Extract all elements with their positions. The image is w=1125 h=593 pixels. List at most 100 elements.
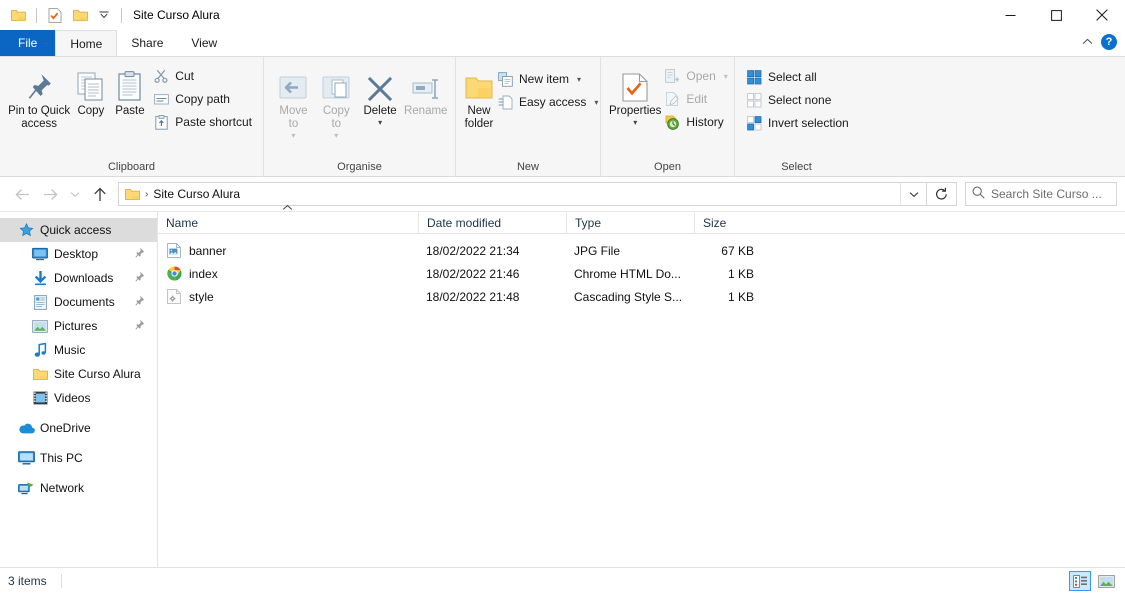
file-name-cell[interactable]: banner bbox=[158, 239, 418, 262]
properties-icon[interactable] bbox=[45, 5, 65, 25]
file-name-label: style bbox=[189, 289, 214, 304]
address-bar[interactable]: › Site Curso Alura bbox=[118, 182, 927, 206]
this-pc-icon bbox=[16, 451, 36, 465]
minimize-button[interactable] bbox=[987, 0, 1033, 30]
up-button[interactable] bbox=[86, 181, 114, 207]
history-icon bbox=[664, 114, 680, 130]
select-all-button[interactable]: Select all bbox=[743, 66, 854, 88]
paste-icon bbox=[117, 66, 143, 102]
column-header-size[interactable]: Size bbox=[694, 211, 762, 234]
file-name-cell[interactable]: style bbox=[158, 285, 418, 308]
large-icons-view-button[interactable] bbox=[1095, 571, 1117, 591]
pin-icon[interactable] bbox=[134, 319, 145, 333]
column-header-date-modified[interactable]: Date modified bbox=[418, 211, 566, 234]
back-button[interactable] bbox=[8, 181, 36, 207]
paste-shortcut-button[interactable]: Paste shortcut bbox=[150, 111, 257, 133]
paste-button[interactable]: Paste bbox=[110, 62, 151, 118]
sidebar-item-site-curso-alura[interactable]: Site Curso Alura bbox=[0, 362, 157, 386]
new-folder-icon[interactable] bbox=[70, 5, 90, 25]
select-none-button[interactable]: Select none bbox=[743, 89, 854, 111]
select-none-label: Select none bbox=[768, 93, 832, 107]
column-header-row: Name Date modified Type Size bbox=[158, 204, 1125, 234]
edit-button[interactable]: Edit bbox=[661, 88, 732, 110]
sidebar-item-this-pc[interactable]: This PC bbox=[0, 446, 157, 470]
status-bar: 3 items bbox=[0, 567, 1125, 593]
invert-selection-button[interactable]: Invert selection bbox=[743, 112, 854, 134]
onedrive-icon bbox=[16, 423, 36, 434]
chevron-down-icon[interactable]: ▾ bbox=[291, 132, 295, 140]
chevron-down-icon[interactable]: ▾ bbox=[577, 75, 581, 84]
network-icon bbox=[16, 481, 36, 496]
delete-icon bbox=[367, 66, 393, 102]
pin-to-quick-access-label: Pin to Quick access bbox=[8, 105, 71, 130]
css-file-icon bbox=[166, 289, 182, 305]
sidebar-item-music[interactable]: Music bbox=[0, 338, 157, 362]
easy-access-button[interactable]: Easy access ▾ bbox=[494, 91, 603, 113]
folder-icon[interactable] bbox=[8, 5, 28, 25]
table-row[interactable]: banner 18/02/2022 21:34 JPG File 67 KB bbox=[158, 239, 1125, 262]
copy-to-icon bbox=[321, 66, 351, 102]
copy-to-button[interactable]: Copy to ▾ bbox=[315, 62, 358, 140]
copy-path-button[interactable]: Copy path bbox=[150, 88, 257, 110]
file-size-cell: 1 KB bbox=[727, 289, 754, 304]
sidebar-item-pictures[interactable]: Pictures bbox=[0, 314, 157, 338]
chevron-down-icon[interactable]: ▾ bbox=[633, 119, 637, 127]
chevron-down-icon[interactable]: ▾ bbox=[594, 98, 598, 107]
move-to-button[interactable]: Move to ▾ bbox=[272, 62, 315, 140]
new-item-button[interactable]: New item ▾ bbox=[494, 68, 603, 90]
pin-icon[interactable] bbox=[134, 271, 145, 285]
maximize-button[interactable] bbox=[1033, 0, 1079, 30]
chevron-down-icon[interactable]: ▾ bbox=[378, 119, 382, 127]
properties-button[interactable]: Properties ▾ bbox=[609, 62, 661, 127]
breadcrumb[interactable]: Site Curso Alura bbox=[153, 187, 240, 201]
sidebar-item-quick-access[interactable]: Quick access bbox=[0, 218, 157, 242]
sidebar-item-documents[interactable]: Documents bbox=[0, 290, 157, 314]
sidebar-item-videos[interactable]: Videos bbox=[0, 386, 157, 410]
chevron-down-icon[interactable] bbox=[95, 5, 113, 25]
tab-home[interactable]: Home bbox=[55, 30, 118, 56]
refresh-button[interactable] bbox=[927, 182, 957, 206]
sidebar-item-desktop[interactable]: Desktop bbox=[0, 242, 157, 266]
table-row[interactable]: index 18/02/2022 21:46 Chrome HTML Do...… bbox=[158, 262, 1125, 285]
chevron-down-icon[interactable] bbox=[900, 183, 926, 205]
pin-icon bbox=[24, 66, 54, 102]
history-button[interactable]: History bbox=[661, 111, 732, 133]
sidebar-item-label: Videos bbox=[54, 391, 91, 405]
copy-button[interactable]: Copy bbox=[72, 62, 109, 118]
column-header-name[interactable]: Name bbox=[158, 204, 418, 234]
breadcrumb-separator[interactable]: › bbox=[145, 189, 153, 200]
sidebar-item-network[interactable]: Network bbox=[0, 476, 157, 500]
column-header-type[interactable]: Type bbox=[566, 211, 694, 234]
tab-view[interactable]: View bbox=[177, 30, 231, 56]
open-button[interactable]: Open ▾ bbox=[661, 65, 732, 87]
chevron-down-icon[interactable]: ▾ bbox=[334, 132, 338, 140]
rename-button[interactable]: Rename bbox=[402, 62, 449, 118]
table-row[interactable]: style 18/02/2022 21:48 Cascading Style S… bbox=[158, 285, 1125, 308]
cut-button[interactable]: Cut bbox=[150, 65, 257, 87]
delete-button[interactable]: Delete ▾ bbox=[358, 62, 403, 127]
sidebar-item-downloads[interactable]: Downloads bbox=[0, 266, 157, 290]
details-view-button[interactable] bbox=[1069, 571, 1091, 591]
new-folder-label: New folder bbox=[464, 105, 494, 130]
select-all-label: Select all bbox=[768, 70, 817, 84]
new-folder-button[interactable]: New folder bbox=[464, 62, 494, 131]
tab-share[interactable]: Share bbox=[117, 30, 177, 56]
recent-locations-button[interactable] bbox=[64, 181, 86, 207]
pin-icon[interactable] bbox=[134, 247, 145, 261]
pin-icon[interactable] bbox=[134, 295, 145, 309]
search-input[interactable]: Search Site Curso ... bbox=[965, 182, 1117, 206]
sidebar-item-onedrive[interactable]: OneDrive bbox=[0, 416, 157, 440]
forward-button[interactable] bbox=[36, 181, 64, 207]
pin-to-quick-access-button[interactable]: Pin to Quick access bbox=[6, 62, 72, 131]
star-icon bbox=[16, 223, 36, 237]
image-file-icon bbox=[166, 243, 182, 259]
file-name-cell[interactable]: index bbox=[158, 262, 418, 285]
paste-shortcut-label: Paste shortcut bbox=[175, 115, 252, 129]
chevron-down-icon[interactable]: ▾ bbox=[724, 72, 728, 81]
close-button[interactable] bbox=[1079, 0, 1125, 30]
delete-label: Delete bbox=[363, 105, 397, 117]
tab-file[interactable]: File bbox=[0, 30, 56, 56]
help-icon[interactable]: ? bbox=[1101, 34, 1117, 50]
chevron-up-icon[interactable] bbox=[1078, 37, 1097, 48]
explorer-body: Quick access Desktop Downloads Documents… bbox=[0, 204, 1125, 567]
